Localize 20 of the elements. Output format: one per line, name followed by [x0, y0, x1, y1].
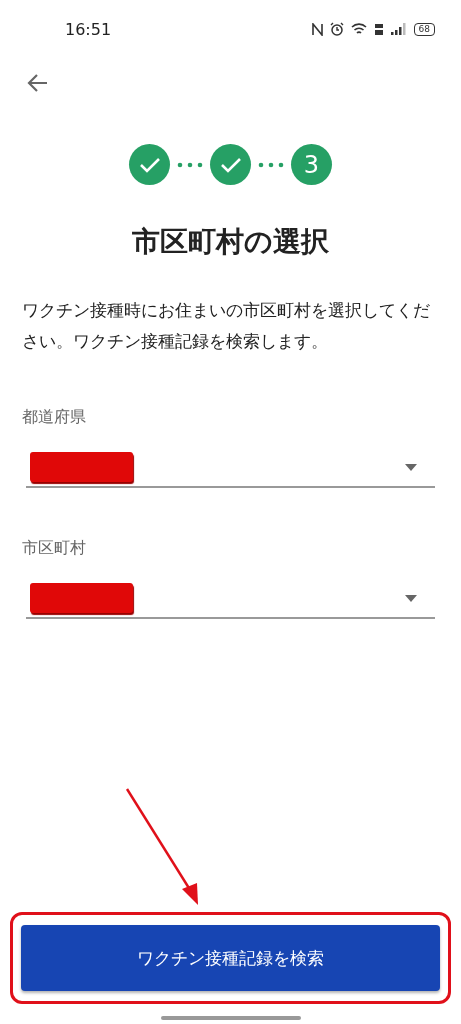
back-arrow-icon [26, 73, 48, 93]
alarm-icon [329, 22, 344, 36]
description-text: ワクチン接種時にお住まいの市区町村を選択してください。ワクチン接種記録を検索します。 [22, 300, 431, 353]
page-title: 市区町村の選択 [131, 224, 330, 260]
volte-icon [373, 22, 384, 36]
search-records-button[interactable]: ワクチン接種記録を検索 [21, 925, 440, 991]
dots-icon [258, 161, 284, 168]
wifi-icon [350, 22, 367, 36]
dots-icon [177, 161, 203, 168]
status-time: 16:51 [65, 19, 113, 39]
check-icon [138, 155, 161, 174]
signal-icon [390, 23, 407, 35]
field-label: 都道府県 [22, 407, 87, 428]
field-label: 市区町村 [22, 538, 87, 559]
check-icon [219, 155, 242, 174]
step-number: 3 [291, 144, 332, 185]
dropdown-caret-icon [405, 594, 417, 602]
dropdown-caret-icon [405, 463, 417, 471]
battery-icon: 68 [413, 22, 435, 36]
nfc-icon [311, 22, 323, 36]
